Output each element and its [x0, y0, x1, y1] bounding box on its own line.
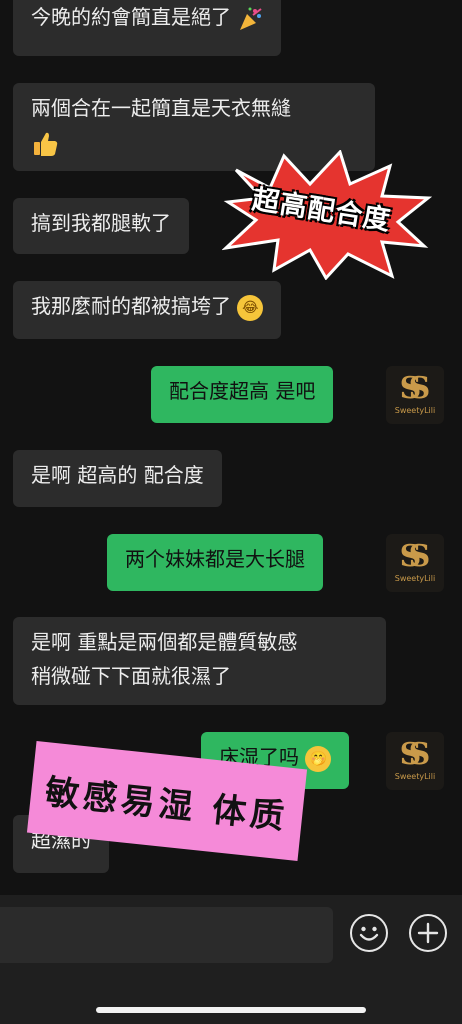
input-bar: [0, 895, 462, 1024]
message-bubble-incoming[interactable]: 搞到我都腿軟了: [13, 198, 189, 254]
avatar-brand: SweetyLili: [394, 574, 436, 583]
home-indicator[interactable]: [96, 1007, 366, 1013]
avatar-brand: SweetyLili: [394, 772, 436, 781]
message-text: 配合度超高 是吧: [169, 379, 316, 403]
message-input[interactable]: [0, 907, 333, 963]
pink-sticker-text: 敏感易湿 体质: [43, 771, 290, 838]
avatar[interactable]: SS SweetyLili: [386, 366, 444, 424]
message-text: 是啊 超高的 配合度: [31, 463, 204, 487]
party-popper-icon: [240, 7, 262, 30]
message-text: 兩個合在一起簡直是天衣無縫: [31, 96, 291, 120]
message-text-line: 稍微碰下下面就很濕了: [31, 664, 231, 688]
message-text: 今晚的約會簡直是絕了: [31, 5, 231, 29]
message-bubble-incoming[interactable]: 今晚的約會簡直是絕了: [13, 0, 282, 56]
message-bubble-outgoing[interactable]: 两个妹妹都是大长腿: [107, 534, 323, 591]
hand-over-mouth-face-icon: 🤭: [305, 745, 332, 772]
message-text: 我那麼耐的都被搞垮了: [31, 294, 231, 318]
thumbs-up-icon: [34, 132, 58, 156]
avatar[interactable]: SS SweetyLili: [386, 732, 444, 790]
message-bubble-incoming[interactable]: 我那麼耐的都被搞垮了 😂: [13, 281, 282, 339]
message-bubble-incoming[interactable]: 是啊 超高的 配合度: [13, 450, 222, 507]
avatar-monogram: SS: [399, 539, 430, 574]
avatar-monogram: SS: [399, 737, 430, 772]
avatar[interactable]: SS SweetyLili: [386, 534, 444, 592]
message-text: 两个妹妹都是大长腿: [125, 547, 305, 571]
message-text-line: 是啊 重點是兩個都是體質敏感: [31, 630, 298, 654]
smiley-icon[interactable]: [350, 914, 388, 952]
message-bubble-incoming[interactable]: 是啊 重點是兩個都是體質敏感 稍微碰下下面就很濕了: [13, 617, 386, 705]
crying-laughing-face-icon: 😂: [237, 294, 264, 321]
plus-icon[interactable]: [409, 914, 447, 952]
message-bubble-outgoing[interactable]: 配合度超高 是吧: [151, 366, 334, 423]
avatar-monogram: SS: [399, 371, 430, 406]
chat-area: 今晚的約會簡直是絕了 兩個合在一起簡直是天衣無縫 搞到我都腿軟了 我那麼耐的都被…: [0, 0, 462, 895]
avatar-brand: SweetyLili: [394, 406, 436, 415]
message-text: 搞到我都腿軟了: [31, 211, 171, 235]
